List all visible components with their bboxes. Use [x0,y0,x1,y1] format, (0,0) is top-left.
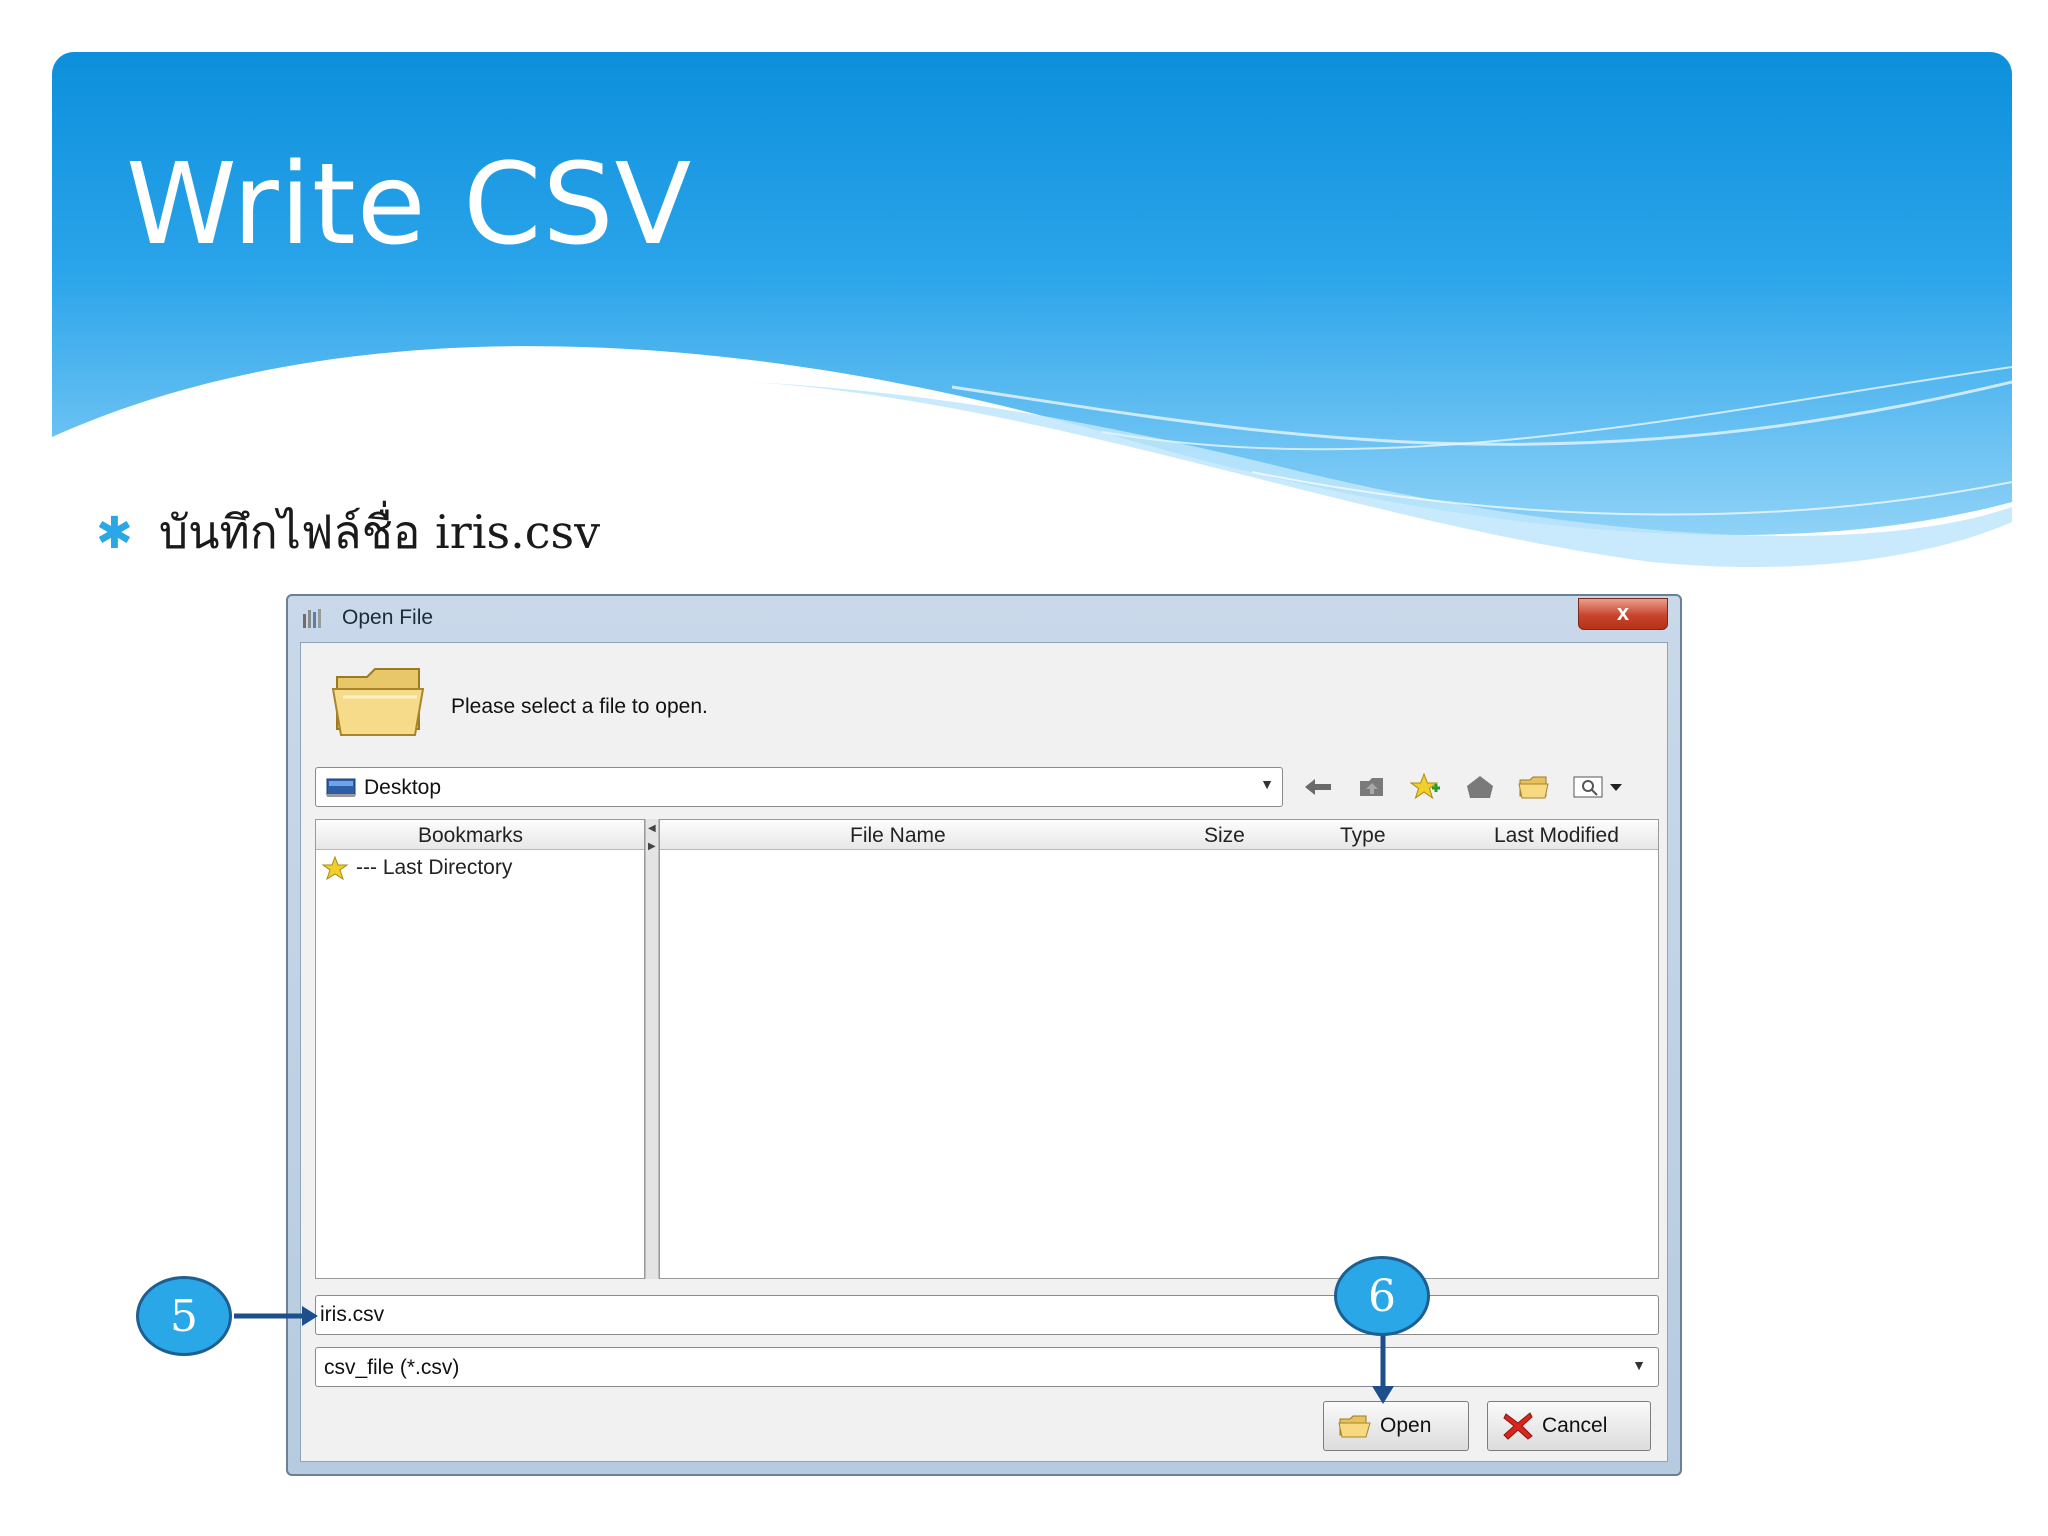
step-5-callout: 5 [136,1276,232,1356]
callout-arrows [234,1306,1394,1404]
step-6-callout: 6 [1334,1256,1430,1336]
